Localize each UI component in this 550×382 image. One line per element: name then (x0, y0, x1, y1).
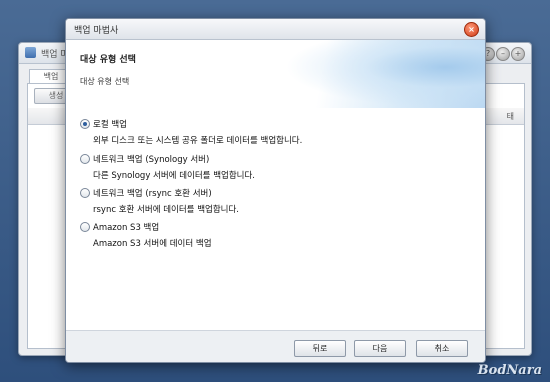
wizard-body: 로컬 백업 외부 디스크 또는 시스템 공유 폴더로 데이터를 백업합니다. 네… (66, 108, 485, 330)
cancel-button[interactable]: 취소 (416, 340, 468, 357)
minimize-icon[interactable]: – (496, 47, 510, 61)
maximize-icon[interactable]: + (511, 47, 525, 61)
radio-local-backup[interactable] (80, 119, 90, 129)
option-description: 다른 Synology 서버에 데이터를 백업합니다. (93, 171, 255, 181)
option-description: 외부 디스크 또는 시스템 공유 폴더로 데이터를 백업합니다. (93, 136, 303, 146)
option-description: Amazon S3 서버에 데이터 백업 (93, 239, 212, 249)
header-decoration (285, 40, 485, 108)
option-label[interactable]: Amazon S3 백업 (93, 221, 159, 233)
status-column-header: 태 (506, 112, 514, 121)
step-subtitle: 대상 유형 선택 (80, 77, 130, 86)
radio-network-synology[interactable] (80, 154, 90, 164)
dialog-title: 백업 마법사 (74, 26, 119, 36)
wizard-header: 대상 유형 선택 대상 유형 선택 (66, 40, 485, 109)
close-icon[interactable]: × (464, 22, 479, 37)
backup-wizard-dialog: 백업 마법사 × 대상 유형 선택 대상 유형 선택 로컬 백업 외부 디스크 … (65, 18, 486, 363)
option-label[interactable]: 네트워크 백업 (Synology 서버) (93, 153, 209, 165)
radio-network-rsync[interactable] (80, 188, 90, 198)
radio-amazon-s3[interactable] (80, 222, 90, 232)
option-description: rsync 호환 서버에 데이터를 백업합니다. (93, 205, 240, 215)
watermark-logo: BodNara (477, 363, 542, 378)
option-label[interactable]: 로컬 백업 (93, 118, 127, 130)
next-button[interactable]: 다음 (354, 340, 406, 357)
dialog-titlebar: 백업 마법사 × (66, 19, 485, 40)
step-title: 대상 유형 선택 (80, 55, 136, 65)
back-button[interactable]: 뒤로 (294, 340, 346, 357)
option-label[interactable]: 네트워크 백업 (rsync 호환 서버) (93, 187, 212, 199)
app-icon (25, 47, 36, 58)
wizard-footer: 뒤로 다음 취소 (66, 330, 485, 362)
